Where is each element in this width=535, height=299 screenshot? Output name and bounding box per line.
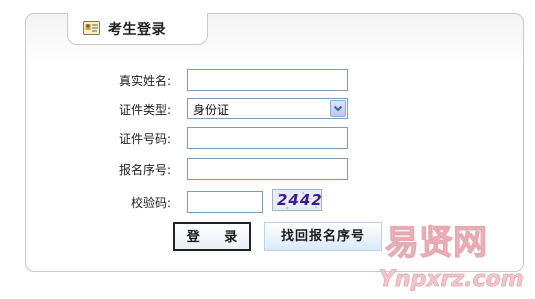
site-watermark: 易贤网 Ynpxrz.com [379, 223, 524, 293]
id-number-input[interactable] [187, 127, 348, 149]
chevron-down-icon[interactable] [330, 100, 346, 117]
panel-title: 考生登录 [108, 22, 166, 38]
panel-title-tab: 考生登录 [67, 13, 208, 45]
id-card-icon [83, 20, 101, 39]
captcha-label: 校验码: [130, 196, 171, 210]
id-number-label: 证件号码: [118, 132, 171, 146]
reg-number-input[interactable] [187, 158, 348, 180]
id-type-select[interactable]: 身份证 [187, 98, 348, 119]
captcha-input[interactable] [187, 191, 263, 213]
login-button[interactable]: 登 录 [173, 222, 251, 251]
reg-number-label: 报名序号: [118, 163, 171, 177]
watermark-domain: Ynpxrz.com [379, 267, 524, 292]
watermark-brand: 易贤网 [385, 223, 487, 263]
captcha-image[interactable]: 2442 [272, 189, 322, 211]
id-type-label: 证件类型: [118, 103, 171, 117]
real-name-label: 真实姓名: [118, 74, 171, 88]
find-reg-number-button[interactable]: 找回报名序号 [264, 222, 382, 251]
id-type-selected-value: 身份证 [193, 103, 230, 117]
captcha-text: 2442 [277, 191, 322, 209]
real-name-input[interactable] [187, 69, 348, 91]
